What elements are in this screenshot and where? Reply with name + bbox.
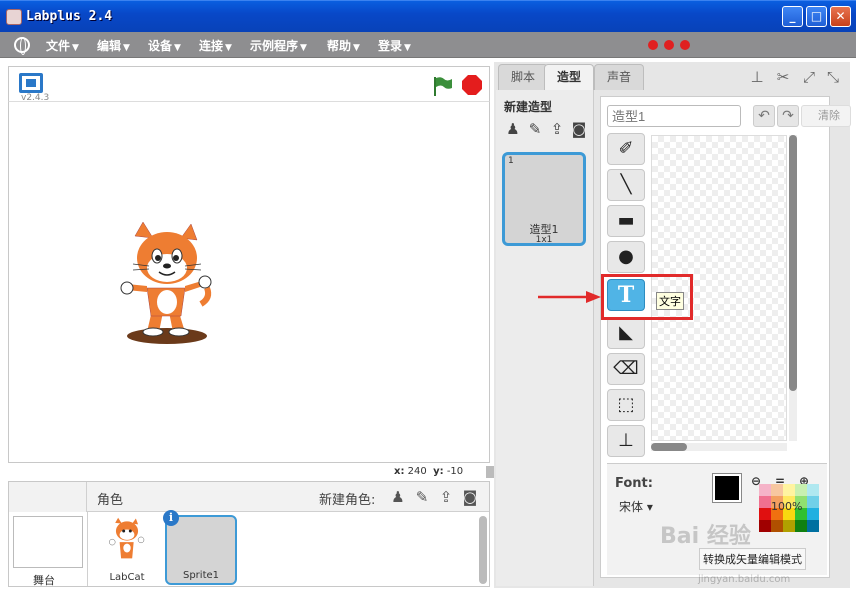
- tab-scripts[interactable]: 脚本: [498, 64, 549, 90]
- camera-icon[interactable]: ◙: [461, 488, 479, 506]
- shrink-icon[interactable]: ⤡: [824, 68, 842, 86]
- annotation-arrow: [538, 291, 601, 303]
- globe-icon[interactable]: [14, 37, 30, 55]
- window-titlebar: Labplus 2.4 _ □ ✕: [0, 0, 856, 32]
- x-value: 240: [407, 466, 427, 477]
- menu-edit-label: 编辑: [97, 39, 122, 53]
- maximize-button[interactable]: □: [806, 6, 827, 27]
- select-tool[interactable]: ⬚: [607, 389, 645, 421]
- green-flag-icon[interactable]: [431, 75, 453, 97]
- new-sprite-label: 新建角色:: [319, 493, 376, 508]
- close-button[interactable]: ✕: [830, 6, 851, 27]
- x-label: x:: [394, 466, 405, 477]
- pane-splitter[interactable]: [486, 466, 494, 478]
- status-dot: [648, 40, 658, 50]
- paint-editor: ↶ ↷ 清除 ✐ ╲ ▬ ● T ◣ ⌫ ⬚ ⊥ Font: 宋体 ▾ ⊖ = …: [600, 96, 851, 578]
- sprite-item-labcat[interactable]: LabCat: [91, 515, 163, 585]
- rectangle-tool[interactable]: ▬: [607, 205, 645, 237]
- menu-connect[interactable]: 连接 ▼: [199, 37, 232, 54]
- stage-thumbnail[interactable]: [13, 516, 83, 568]
- info-icon[interactable]: i: [163, 510, 179, 526]
- status-dot: [664, 40, 674, 50]
- sprite-name: Sprite1: [182, 570, 220, 581]
- redo-button[interactable]: ↷: [777, 105, 799, 127]
- watermark-brand: Bai 经验: [660, 524, 751, 549]
- menu-examples-label: 示例程序: [250, 39, 299, 53]
- stamp-tool[interactable]: ⊥: [607, 425, 645, 457]
- camera-icon[interactable]: ◙: [570, 120, 588, 138]
- color-swatch[interactable]: [713, 474, 741, 502]
- new-costume-label: 新建造型: [504, 100, 553, 114]
- status-dot: [680, 40, 690, 50]
- menu-device[interactable]: 设备 ▼: [148, 37, 181, 54]
- brush-tool[interactable]: ✐: [607, 133, 645, 165]
- minimize-button[interactable]: _: [782, 6, 803, 27]
- sprite-panel: 角色 新建角色: ♟ ✎ ⇪ ◙ 舞台 LabCat Sprite1 i: [8, 481, 490, 587]
- labcat-thumb-icon: [109, 517, 145, 559]
- costume-size: 1x1: [535, 235, 553, 245]
- paint-brush-icon[interactable]: ✎: [526, 120, 544, 138]
- mouse-coordinates: x: 240 y: -10: [394, 466, 463, 477]
- eraser-tool[interactable]: ⌫: [607, 353, 645, 385]
- convert-to-vector-button[interactable]: 转换成矢量编辑模式: [699, 548, 806, 570]
- fill-tool[interactable]: ◣: [607, 317, 645, 349]
- line-tool[interactable]: ╲: [607, 169, 645, 201]
- upload-icon[interactable]: ⇪: [437, 488, 455, 506]
- canvas-vertical-scrollbar[interactable]: [789, 135, 797, 441]
- ellipse-tool[interactable]: ●: [607, 241, 645, 273]
- grow-icon[interactable]: ⤢: [800, 68, 818, 86]
- sprite-library-icon[interactable]: ♟: [389, 488, 407, 506]
- stage-label: 舞台: [33, 574, 55, 587]
- menu-connect-label: 连接: [199, 39, 224, 53]
- tab-sounds[interactable]: 声音: [594, 64, 645, 90]
- menu-device-label: 设备: [148, 39, 173, 53]
- divider: [87, 512, 88, 586]
- paint-brush-icon[interactable]: ✎: [413, 488, 431, 506]
- font-label: Font:: [615, 476, 653, 491]
- menu-file-label: 文件: [46, 39, 71, 53]
- menu-login-label: 登录: [378, 39, 403, 53]
- undo-button[interactable]: ↶: [753, 105, 775, 127]
- stage-toolbar: v2.4.3: [8, 66, 490, 103]
- canvas-horizontal-scrollbar[interactable]: [651, 443, 787, 451]
- stage-column-header: [9, 482, 87, 512]
- menu-help[interactable]: 帮助 ▼: [327, 37, 360, 54]
- menu-bar: 文件 ▼ 编辑 ▼ 设备 ▼ 连接 ▼ 示例程序 ▼ 帮助 ▼ 登录 ▼: [0, 32, 856, 58]
- stop-icon[interactable]: [461, 74, 483, 96]
- labcat-sprite[interactable]: [119, 220, 215, 350]
- window-title: Labplus 2.4: [26, 9, 113, 24]
- menu-login[interactable]: 登录 ▼: [378, 37, 411, 54]
- menu-edit[interactable]: 编辑 ▼: [97, 37, 130, 54]
- stage-canvas[interactable]: [8, 101, 490, 463]
- color-palette[interactable]: [759, 484, 823, 548]
- costume-list: 新建造型 ♟ ✎ ⇪ ◙ 1 造型1 1x1: [496, 90, 594, 586]
- zoom-level: 100%: [771, 500, 803, 513]
- menu-help-label: 帮助: [327, 39, 352, 53]
- sprite-header: 角色 新建角色: ♟ ✎ ⇪ ◙: [9, 482, 489, 512]
- costume-name-input[interactable]: [607, 105, 741, 127]
- upload-icon[interactable]: ⇪: [548, 120, 566, 138]
- text-tool-tooltip: 文字: [656, 292, 684, 310]
- fullscreen-icon[interactable]: [19, 73, 43, 93]
- app-icon: [6, 9, 22, 25]
- costume-item[interactable]: 1 造型1 1x1: [502, 152, 586, 246]
- sprite-scrollbar[interactable]: [479, 516, 487, 584]
- costume-library-icon[interactable]: ♟: [504, 120, 522, 138]
- menu-file[interactable]: 文件 ▼: [46, 37, 79, 54]
- tab-costumes[interactable]: 造型: [544, 64, 595, 92]
- y-label: y:: [433, 466, 444, 477]
- sprite-name: LabCat: [109, 572, 145, 583]
- costume-index: 1: [508, 156, 514, 166]
- sprites-label: 角色: [97, 493, 124, 508]
- font-select[interactable]: 宋体 ▾: [619, 498, 653, 515]
- menu-examples[interactable]: 示例程序 ▼: [250, 37, 307, 54]
- clear-button[interactable]: 清除: [801, 105, 851, 127]
- cut-tool-icon[interactable]: ✂: [774, 68, 792, 86]
- editor-pane: 脚本 造型 声音 ⊥ ✂ ⤢ ⤡ 新建造型 ♟ ✎ ⇪ ◙ 1 造型1 1x1 …: [494, 62, 851, 588]
- y-value: -10: [446, 466, 464, 477]
- watermark-url: jingyan.baidu.com: [698, 574, 791, 585]
- stamp-tool-icon[interactable]: ⊥: [748, 68, 766, 86]
- font-select-value: 宋体: [619, 500, 644, 514]
- sprite-item-sprite1[interactable]: Sprite1: [165, 515, 237, 585]
